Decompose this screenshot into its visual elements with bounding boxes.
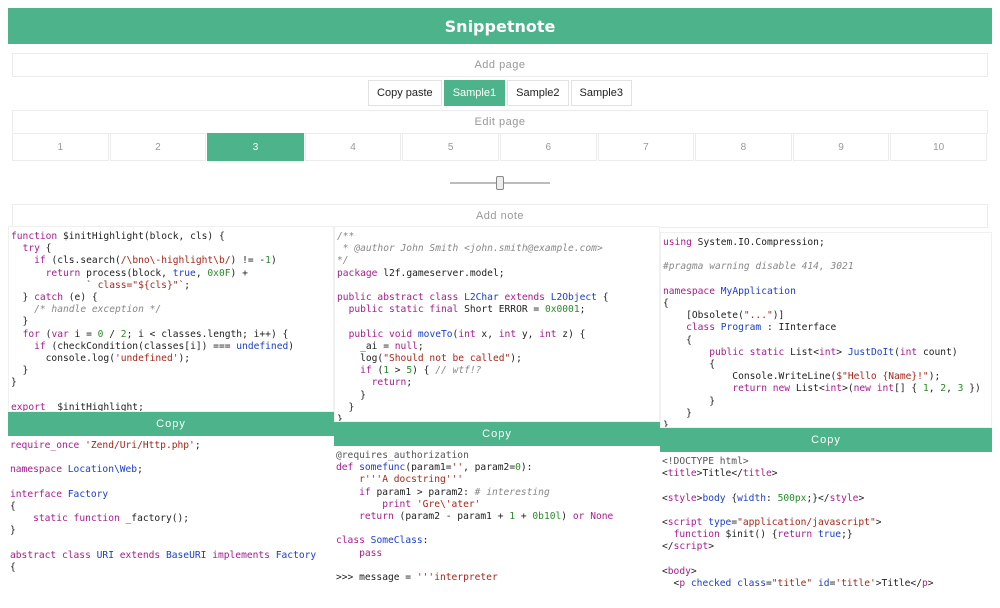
page-selector: 1 2 3 4 5 6 7 8 9 10: [12, 133, 988, 161]
page-2[interactable]: 2: [109, 133, 207, 161]
page-10[interactable]: 10: [890, 133, 987, 161]
tab-sample2[interactable]: Sample2: [507, 80, 569, 106]
edit-page-button[interactable]: Edit page: [12, 110, 988, 134]
note-column-3: using System.IO.Compression; #pragma war…: [660, 232, 992, 608]
sample-tabs: Copy paste Sample1 Sample2 Sample3: [0, 80, 1000, 106]
code-block-js[interactable]: function $initHighlight(block, cls) { tr…: [8, 226, 334, 412]
slider-thumb[interactable]: [496, 176, 504, 190]
copy-button-1[interactable]: Copy: [8, 412, 334, 436]
code-block-html[interactable]: <!DOCTYPE html> <title>Title</title> <st…: [660, 452, 992, 608]
code-block-java[interactable]: /** * @author John Smith <john.smith@exa…: [334, 226, 660, 422]
note-column-1: function $initHighlight(block, cls) { tr…: [8, 226, 334, 608]
note-column-2: /** * @author John Smith <john.smith@exa…: [334, 226, 660, 608]
add-note-label: Add note: [475, 210, 525, 222]
copy-button-3[interactable]: Copy: [660, 428, 992, 452]
page-6[interactable]: 6: [499, 133, 597, 161]
page-5[interactable]: 5: [402, 133, 499, 161]
page-1[interactable]: 1: [12, 133, 109, 161]
app-title: Snippetnote: [444, 16, 556, 36]
page-9[interactable]: 9: [792, 133, 890, 161]
edit-page-label: Edit page: [474, 116, 526, 128]
copy-button-2[interactable]: Copy: [334, 422, 660, 446]
code-block-php[interactable]: require_once 'Zend/Uri/Http.php'; namesp…: [8, 436, 334, 608]
page-4[interactable]: 4: [304, 133, 402, 161]
app-header: Snippetnote: [8, 8, 992, 44]
add-page-label: Add page: [474, 59, 526, 71]
page-8[interactable]: 8: [695, 133, 792, 161]
tab-sample1[interactable]: Sample1: [443, 80, 506, 106]
page-3[interactable]: 3: [207, 133, 304, 161]
tab-copy-paste[interactable]: Copy paste: [368, 80, 442, 106]
page-7[interactable]: 7: [597, 133, 695, 161]
column-slider[interactable]: [450, 176, 550, 190]
code-block-python[interactable]: @requires_authorization def somefunc(par…: [334, 446, 660, 608]
code-block-csharp[interactable]: using System.IO.Compression; #pragma war…: [660, 232, 992, 428]
add-page-button[interactable]: Add page: [12, 53, 988, 77]
add-note-button[interactable]: Add note: [12, 204, 988, 228]
tab-sample3[interactable]: Sample3: [570, 80, 632, 106]
